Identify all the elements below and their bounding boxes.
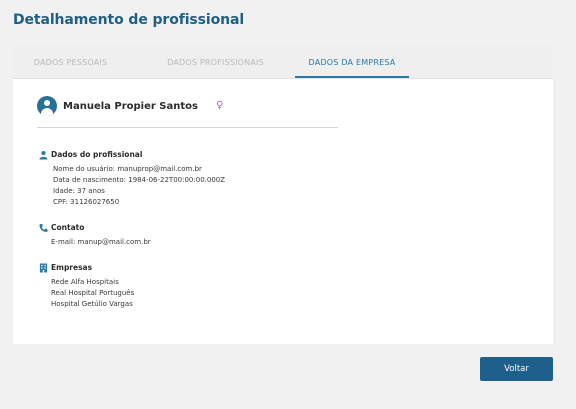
cpf-line: CPF: 31126027650	[53, 198, 120, 206]
tab-company-data[interactable]: DADOS DA EMPRESA	[295, 46, 409, 78]
birthdate-line: Data de nascimento: 1984-06-22T00:00:00.…	[53, 176, 226, 184]
building-icon	[39, 263, 48, 273]
contact-section-title: Contato	[51, 223, 85, 232]
details-card: DADOS PESSOAIS DADOS PROFISSIONAIS DADOS…	[13, 46, 553, 344]
professional-section-title: Dados do profissional	[51, 150, 143, 159]
company-item: Hospital Getúlio Vargas	[51, 300, 133, 308]
username-line: Nome do usuário: manuprop@mail.com.br	[53, 165, 202, 173]
professional-section: Dados do profissional Nome do usuário: m…	[39, 149, 225, 208]
companies-section: Empresas Rede Alfa Hospitais Real Hospit…	[39, 262, 134, 310]
back-button[interactable]: Voltar	[480, 357, 553, 381]
company-item: Real Hospital Português	[51, 289, 135, 297]
female-icon: ♀	[216, 100, 224, 111]
company-item: Rede Alfa Hospitais	[51, 278, 119, 286]
tab-personal-data[interactable]: DADOS PESSOAIS	[23, 46, 118, 78]
contact-section: Contato E-mail: manup@mail.com.br	[39, 222, 151, 248]
companies-section-title: Empresas	[51, 263, 93, 272]
divider	[37, 127, 338, 128]
tab-bar: DADOS PESSOAIS DADOS PROFISSIONAIS DADOS…	[13, 46, 553, 79]
user-icon	[39, 150, 48, 160]
page-title: Detalhamento de profissional	[13, 12, 245, 28]
avatar-icon	[37, 96, 57, 116]
tab-professional-data[interactable]: DADOS PROFISSIONAIS	[153, 46, 278, 78]
email-line: E-mail: manup@mail.com.br	[51, 238, 151, 246]
profile-name: Manuela Propier Santos	[63, 101, 198, 112]
phone-icon	[39, 223, 48, 233]
age-line: Idade: 37 anos	[53, 187, 105, 195]
